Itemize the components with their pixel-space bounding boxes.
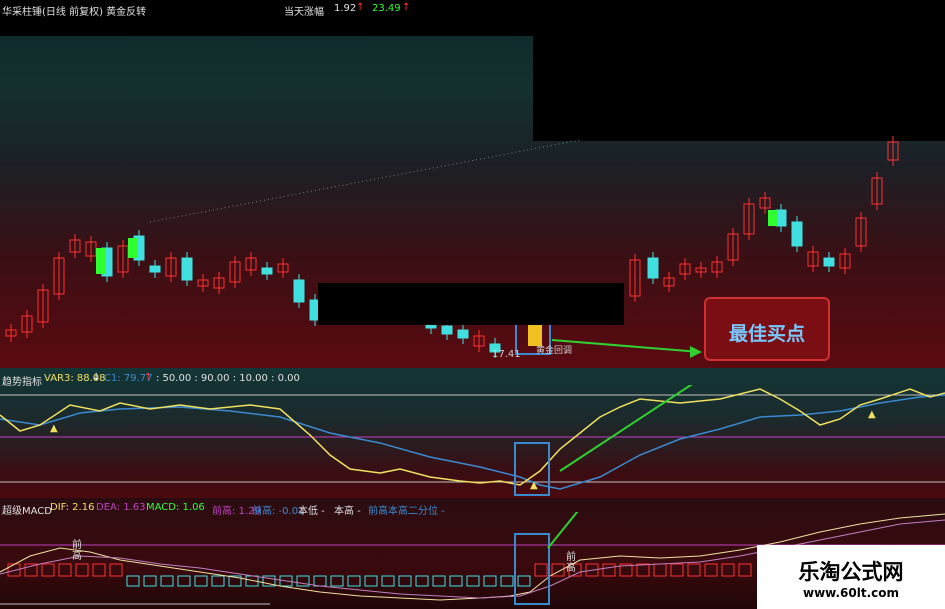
macd-bar xyxy=(313,575,327,587)
up-arrow-icon: ↑ xyxy=(144,372,153,383)
candle-body xyxy=(457,329,469,339)
macd-bar xyxy=(415,575,429,587)
signal-icon: ▲ xyxy=(530,480,538,491)
trend-line xyxy=(149,139,581,223)
arrow-head-icon xyxy=(690,346,702,358)
macd-bar xyxy=(177,575,191,587)
candle-body xyxy=(181,257,193,281)
redacted-area xyxy=(318,283,624,325)
prev-high-marker: 前高 xyxy=(566,552,576,574)
macd-bar xyxy=(517,575,531,587)
arrow-line xyxy=(559,385,693,472)
arrow-line xyxy=(547,512,579,549)
signal-icon: ▲ xyxy=(868,409,876,420)
macd-bar xyxy=(449,575,463,587)
macd-bar xyxy=(602,563,616,577)
candle-body xyxy=(768,210,778,226)
arrow-line xyxy=(551,339,701,353)
macd-bar xyxy=(687,563,701,577)
candle-body xyxy=(96,248,106,274)
macd-bar xyxy=(58,563,72,577)
candle-body xyxy=(149,265,161,273)
candle-body xyxy=(441,325,453,335)
macd-bar xyxy=(92,563,106,577)
macd-bar xyxy=(398,575,412,587)
macd-bar xyxy=(126,575,140,587)
down-arrow-icon: ↓ xyxy=(92,372,101,383)
watermark-title: 乐淘公式网 xyxy=(798,560,904,584)
candle-body xyxy=(647,257,659,279)
macd-bar xyxy=(75,563,89,577)
trend-indicator-chart[interactable]: ▲ ▲ ▲ xyxy=(0,385,945,498)
macd-bar xyxy=(636,563,650,577)
best-buy-text: 最佳买点 xyxy=(728,323,805,345)
macd-bar xyxy=(143,575,157,587)
macd-bar xyxy=(330,575,344,587)
candle-body xyxy=(823,257,835,267)
macd-bar xyxy=(500,575,514,587)
macd-bar xyxy=(721,563,735,577)
candle-body xyxy=(261,267,273,275)
signal-icon: ▲ xyxy=(50,423,58,434)
macd-bar xyxy=(347,575,361,587)
macd-bar xyxy=(41,563,55,577)
macd-bar xyxy=(738,563,752,577)
macd-bar xyxy=(670,563,684,577)
macd-bar xyxy=(160,575,174,587)
macd-bar xyxy=(704,563,718,577)
macd-bar xyxy=(534,563,548,577)
macd-bar xyxy=(466,575,480,587)
watermark-url: www.60lt.com xyxy=(802,586,900,600)
macd-bar xyxy=(109,563,123,577)
macd-bar xyxy=(483,575,497,587)
candle-body xyxy=(791,221,803,247)
macd-bar xyxy=(211,575,225,587)
c1-line xyxy=(0,394,945,490)
prev-high-marker: 前高 xyxy=(72,540,82,562)
candle-body xyxy=(293,279,305,303)
macd-bar xyxy=(432,575,446,587)
signal-label: 黄金回调 xyxy=(536,346,573,356)
low-price-label: 17.41 xyxy=(492,349,521,360)
macd-bar xyxy=(364,575,378,587)
candle-body xyxy=(128,238,138,258)
macd-bar xyxy=(381,575,395,587)
indicator1-levels: : 50.00 : 90.00 : 10.00 : 0.00 xyxy=(156,373,300,384)
macd-bar xyxy=(194,575,208,587)
macd-bar xyxy=(653,563,667,577)
